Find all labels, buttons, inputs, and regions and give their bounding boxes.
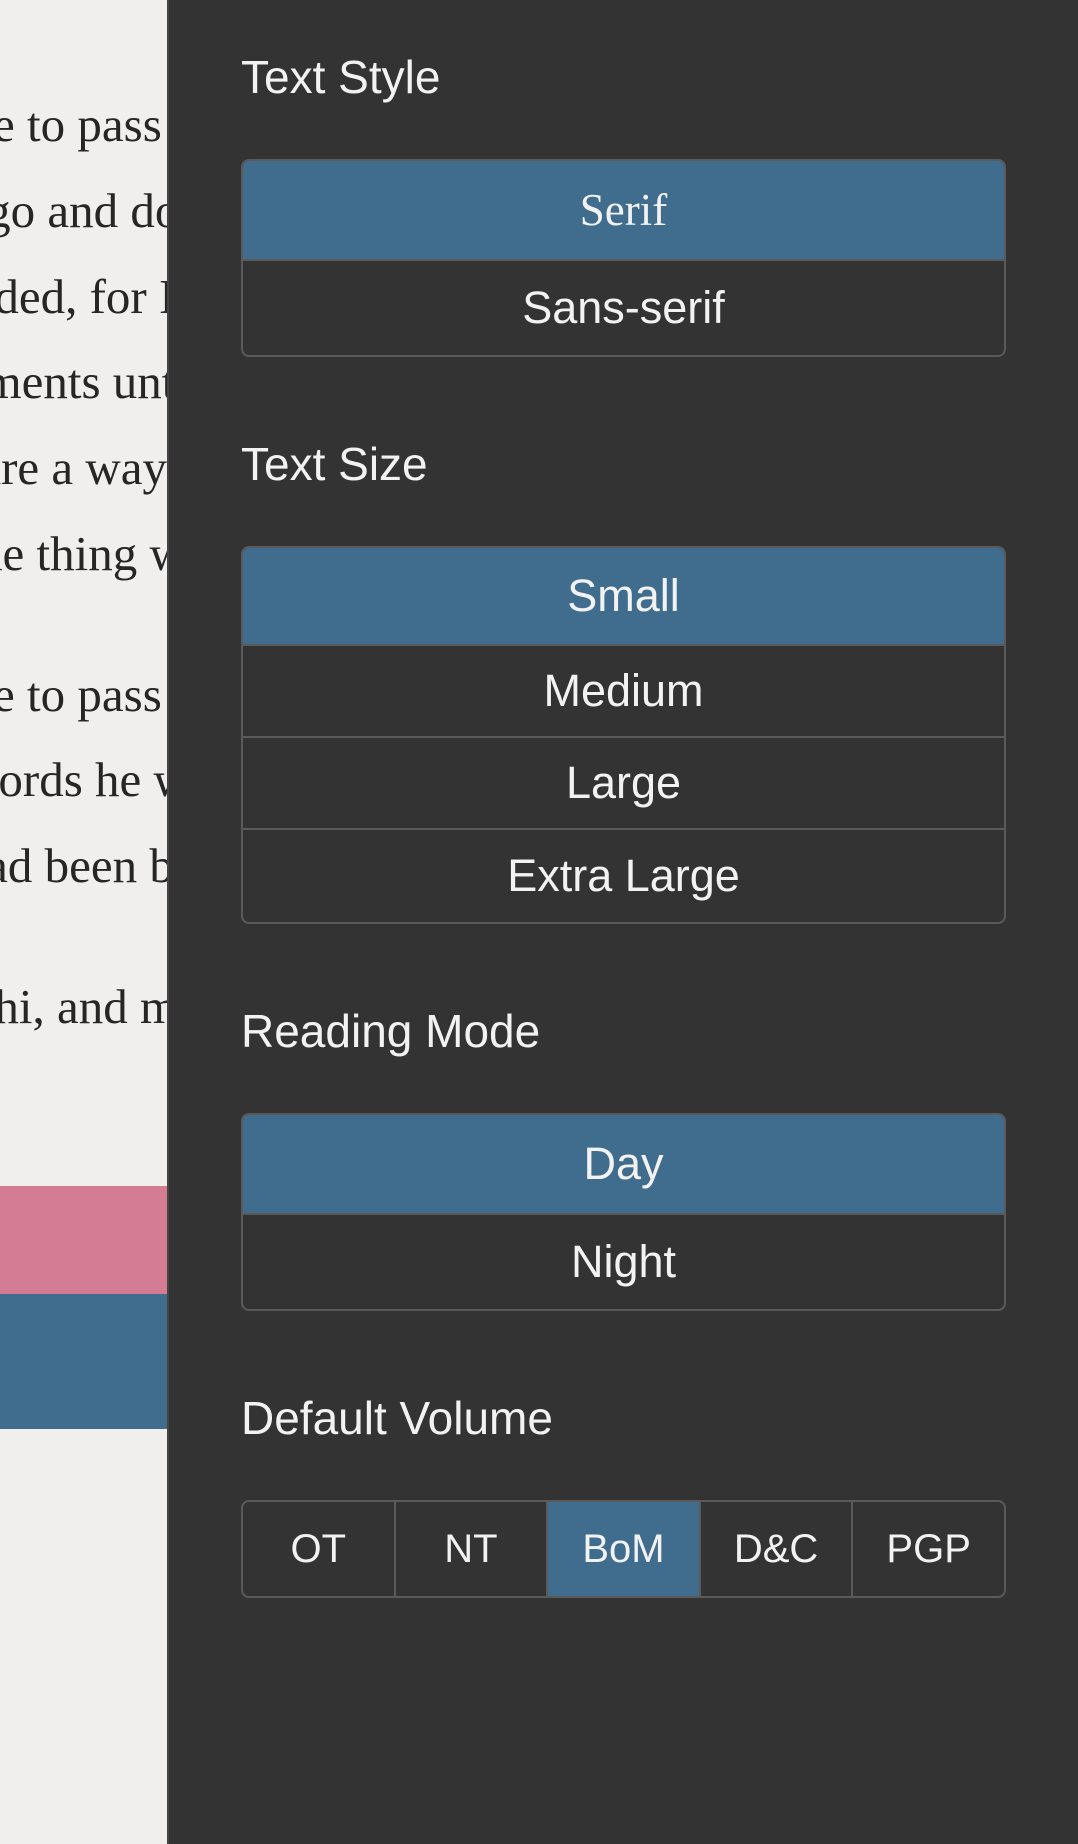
option-sans-serif[interactable]: Sans-serif — [243, 261, 1004, 355]
settings-panel: Text Style Serif Sans-serif Text Size Sm… — [167, 0, 1078, 1844]
option-volume-bom[interactable]: BoM — [548, 1502, 701, 1596]
group-reading-mode: Day Night — [241, 1113, 1006, 1311]
option-night[interactable]: Night — [243, 1215, 1004, 1309]
heading-reading-mode: Reading Mode — [241, 1004, 1006, 1058]
group-default-volume: OT NT BoM D&C PGP — [241, 1500, 1006, 1598]
bottom-volume-slot-2[interactable] — [0, 1294, 120, 1429]
option-volume-ot[interactable]: OT — [243, 1502, 396, 1596]
option-small[interactable]: Small — [243, 548, 1004, 646]
group-text-style: Serif Sans-serif — [241, 159, 1006, 357]
group-text-size: Small Medium Large Extra Large — [241, 546, 1006, 924]
option-volume-nt[interactable]: NT — [396, 1502, 549, 1596]
heading-default-volume: Default Volume — [241, 1391, 1006, 1445]
option-serif[interactable]: Serif — [243, 161, 1004, 261]
option-day[interactable]: Day — [243, 1115, 1004, 1215]
option-medium[interactable]: Medium — [243, 646, 1004, 738]
option-volume-pgp[interactable]: PGP — [853, 1502, 1004, 1596]
app-root: 7. And it came to pass that I, Nephi, sa… — [0, 0, 1078, 1844]
heading-text-size: Text Size — [241, 437, 1006, 491]
option-extra-large[interactable]: Extra Large — [243, 830, 1004, 922]
option-large[interactable]: Large — [243, 738, 1004, 830]
heading-text-style: Text Style — [241, 50, 1006, 104]
option-volume-dc[interactable]: D&C — [701, 1502, 854, 1596]
